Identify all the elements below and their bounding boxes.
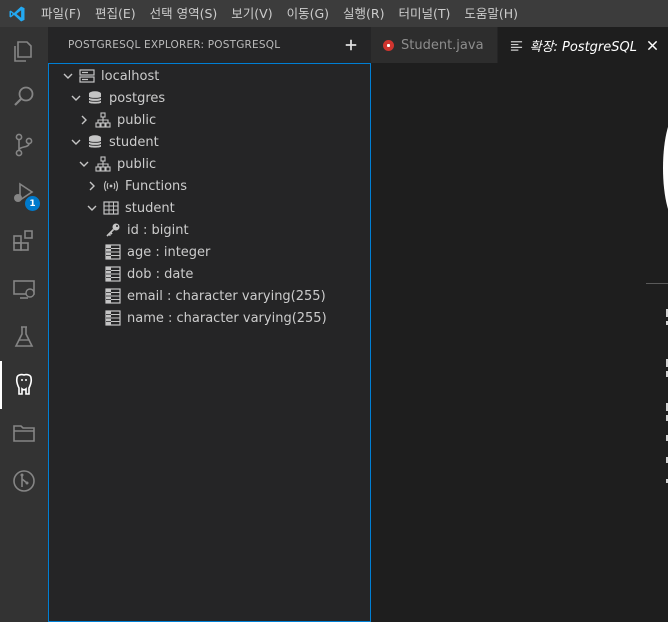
tree-item[interactable]: age : integer — [49, 241, 370, 263]
explorer-tree: localhost postgres public student public Func… — [48, 63, 371, 622]
chevron-down-icon[interactable] — [69, 135, 83, 149]
divider — [646, 283, 668, 284]
column-icon — [105, 244, 121, 260]
tree-item[interactable]: public — [49, 153, 370, 175]
add-connection-button[interactable] — [343, 37, 359, 53]
testing-flask-icon[interactable] — [0, 313, 48, 361]
column-icon — [105, 288, 121, 304]
tree-item[interactable]: public — [49, 109, 370, 131]
menu-item[interactable]: 편집(E) — [88, 0, 143, 27]
tab-label: Student.java — [401, 37, 484, 53]
tree-item[interactable]: student — [49, 131, 370, 153]
java-file-icon — [383, 39, 394, 51]
tree-item-label: name : character varying(255) — [127, 310, 327, 326]
plus-icon — [345, 39, 357, 51]
tree-item[interactable]: name : character varying(255) — [49, 307, 370, 329]
folder-explorer-icon[interactable] — [0, 409, 48, 457]
chevron-down-icon[interactable] — [61, 69, 75, 83]
preview-lines-icon — [510, 39, 523, 52]
tree-item[interactable]: dob : date — [49, 263, 370, 285]
chevron-right-icon[interactable] — [77, 113, 91, 127]
menu-item[interactable]: 보기(V) — [224, 0, 279, 27]
activity-bar: 1 — [0, 27, 48, 622]
menu-item[interactable]: 파일(F) — [34, 0, 88, 27]
tree-item-label: public — [117, 112, 157, 128]
remote-explorer-icon[interactable] — [0, 265, 48, 313]
tree-item[interactable]: Functions — [49, 175, 370, 197]
schema-icon — [95, 112, 111, 128]
vscode-logo-icon — [0, 0, 34, 27]
sidebar-header: POSTGRESQL EXPLORER: POSTGRESQL — [48, 27, 371, 63]
sidebar-title: POSTGRESQL EXPLORER: POSTGRESQL — [68, 39, 281, 51]
menu-item[interactable]: 터미널(T) — [392, 0, 458, 27]
chevron-down-icon[interactable] — [69, 91, 83, 105]
editor-tabs: Student.java 확장: PostgreSQL — [371, 27, 668, 63]
close-icon — [647, 40, 658, 50]
tab-extension-postgresql[interactable]: 확장: PostgreSQL — [497, 27, 668, 63]
extensions-icon[interactable] — [0, 217, 48, 265]
editor-area — [371, 63, 668, 622]
tab-student-java[interactable]: Student.java — [371, 27, 498, 63]
menu-item[interactable]: 이동(G) — [280, 0, 336, 27]
tree-item[interactable]: student — [49, 197, 370, 219]
menu-item[interactable]: 선택 영역(S) — [143, 0, 225, 27]
search-icon[interactable] — [0, 73, 48, 121]
close-tab-button[interactable] — [647, 40, 658, 51]
column-icon — [105, 266, 121, 282]
tree-item[interactable]: postgres — [49, 87, 370, 109]
functions-icon — [103, 178, 119, 194]
menu-item[interactable]: 실행(R) — [336, 0, 391, 27]
menu-bar: 파일(F) 편집(E) 선택 영역(S) 보기(V) 이동(G) 실행(R) 터미널(T) 도… — [0, 0, 668, 27]
postgresql-explorer-sidebar: POSTGRESQL EXPLORER: POSTGRESQL localhos… — [48, 27, 371, 622]
git-graph-icon[interactable] — [0, 457, 48, 505]
tree-item-label: email : character varying(255) — [127, 288, 326, 304]
tree-item-label: age : integer — [127, 244, 211, 260]
extension-logo — [663, 113, 668, 223]
column-icon — [105, 310, 121, 326]
explorer-files-icon[interactable] — [0, 27, 48, 75]
key-icon — [105, 222, 121, 238]
menu-item[interactable]: 도움말(H) — [457, 0, 525, 27]
database-icon — [87, 90, 103, 106]
chevron-down-icon[interactable] — [85, 201, 99, 215]
tree-item-label: Functions — [125, 178, 188, 194]
tree-item-label: public — [117, 156, 157, 172]
tree-item-label: dob : date — [127, 266, 194, 282]
tree-item-label: localhost — [101, 68, 160, 84]
table-icon — [103, 200, 119, 216]
source-control-icon[interactable] — [0, 121, 48, 169]
tree-item[interactable]: localhost — [49, 65, 370, 87]
chevron-down-icon[interactable] — [77, 157, 91, 171]
tree-item-label: student — [109, 134, 159, 150]
tree-item-label: id : bigint — [127, 222, 189, 238]
tree-item-label: student — [125, 200, 175, 216]
postgresql-elephant-icon[interactable] — [0, 361, 48, 409]
debug-count-badge: 1 — [25, 196, 40, 211]
schema-icon — [95, 156, 111, 172]
tree-item[interactable]: id : bigint — [49, 219, 370, 241]
tab-label: 확장: PostgreSQL — [529, 39, 637, 55]
server-icon — [79, 68, 95, 84]
database-icon — [87, 134, 103, 150]
chevron-right-icon[interactable] — [85, 179, 99, 193]
tree-item[interactable]: email : character varying(255) — [49, 285, 370, 307]
run-debug-icon[interactable]: 1 — [0, 169, 48, 217]
tree-item-label: postgres — [109, 90, 166, 106]
